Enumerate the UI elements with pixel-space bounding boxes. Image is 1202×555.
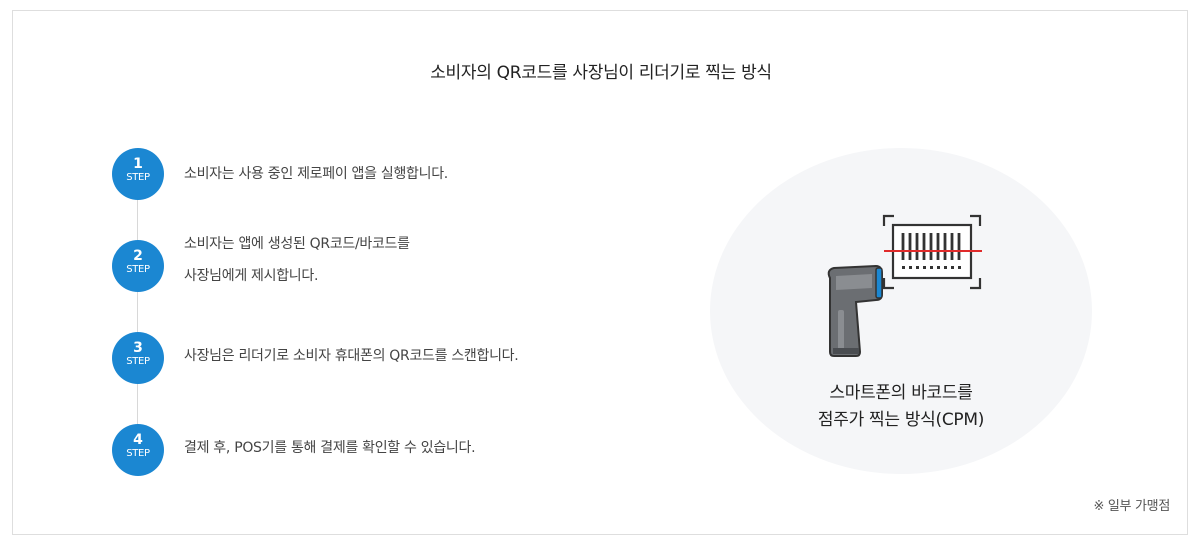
page-title: 소비자의 QR코드를 사장님이 리더기로 찍는 방식	[430, 63, 772, 83]
step-item-1: 1 STEP 소비자는 사용 중인 제로페이 앱을 실행합니다.	[112, 148, 632, 200]
step-badge: 2 STEP	[112, 240, 164, 292]
footnote: ※ 일부 가맹점	[1093, 499, 1170, 514]
caption-line: 스마트폰의 바코드를	[829, 383, 973, 403]
step-label: STEP	[126, 264, 150, 275]
step-item-3: 3 STEP 사장님은 리더기로 소비자 휴대폰의 QR코드를 스캔합니다.	[112, 332, 632, 384]
step-badge: 1 STEP	[112, 148, 164, 200]
step-description-line: 소비자는 사용 중인 제로페이 앱을 실행합니다.	[184, 166, 448, 182]
step-description: 사장님은 리더기로 소비자 휴대폰의 QR코드를 스캔합니다.	[184, 340, 519, 372]
step-number: 4	[133, 432, 143, 448]
step-description: 소비자는 앱에 생성된 QR코드/바코드를 사장님에게 제시합니다.	[184, 228, 410, 292]
caption-line: 점주가 찍는 방식(CPM)	[817, 410, 985, 430]
step-item-4: 4 STEP 결제 후, POS기를 통해 결제를 확인할 수 있습니다.	[112, 424, 632, 476]
barcode-scanner-icon	[827, 214, 982, 357]
step-badge: 3 STEP	[112, 332, 164, 384]
step-description-line: 사장님은 리더기로 소비자 휴대폰의 QR코드를 스캔합니다.	[184, 348, 519, 364]
step-label: STEP	[126, 356, 150, 367]
step-description-line: 결제 후, POS기를 통해 결제를 확인할 수 있습니다.	[184, 440, 476, 456]
step-description: 결제 후, POS기를 통해 결제를 확인할 수 있습니다.	[184, 432, 476, 464]
step-description: 소비자는 사용 중인 제로페이 앱을 실행합니다.	[184, 158, 448, 190]
step-number: 2	[133, 248, 143, 264]
illustration-caption: 스마트폰의 바코드를 점주가 찍는 방식(CPM)	[710, 380, 1092, 434]
step-label: STEP	[126, 172, 150, 183]
step-item-2: 2 STEP 소비자는 앱에 생성된 QR코드/바코드를 사장님에게 제시합니다…	[112, 236, 632, 292]
step-connector-line	[137, 174, 138, 450]
step-number: 1	[133, 156, 143, 172]
step-description-line: 소비자는 앱에 생성된 QR코드/바코드를	[184, 236, 410, 252]
step-list: 1 STEP 소비자는 사용 중인 제로페이 앱을 실행합니다. 2 STEP …	[112, 148, 632, 488]
step-badge: 4 STEP	[112, 424, 164, 476]
step-description-line: 사장님에게 제시합니다.	[184, 268, 319, 284]
step-label: STEP	[126, 448, 150, 459]
step-number: 3	[133, 340, 143, 356]
